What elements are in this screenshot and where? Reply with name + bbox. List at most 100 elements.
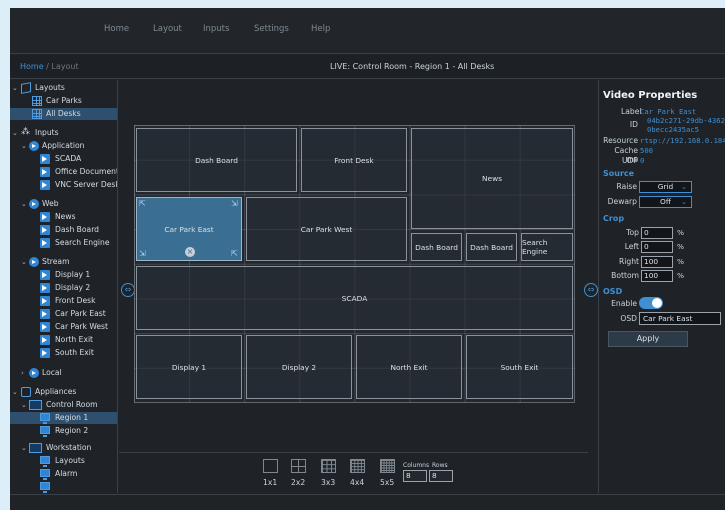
chevron-right-icon[interactable]: ›	[21, 367, 29, 379]
tree-web[interactable]: ⌄ Web	[10, 198, 117, 210]
tree-display-2[interactable]: Display 2	[10, 282, 117, 294]
tile-news[interactable]: News	[411, 128, 573, 229]
tree-label: Local	[42, 368, 62, 377]
crop-top-input[interactable]: 0	[641, 227, 673, 239]
nav-settings[interactable]: Settings	[254, 24, 289, 34]
resize-corner-icon[interactable]: ⇱	[139, 200, 147, 208]
grid-4x4-icon[interactable]	[350, 459, 365, 473]
tree-inputs[interactable]: ⌄ ⁂ Inputs	[10, 127, 117, 139]
app-window: Home Layout Inputs Settings Help Home / …	[10, 8, 725, 510]
tree-news[interactable]: News	[10, 211, 117, 223]
nav-inputs[interactable]: Inputs	[203, 24, 229, 34]
resource-key: Resource	[603, 136, 638, 145]
grid-2x2-label: 2x2	[291, 478, 306, 487]
tree-label: Workstation	[46, 443, 92, 452]
tree-vnc-server-desk[interactable]: VNC Server Desk	[10, 179, 117, 191]
resize-corner-icon[interactable]: ⇱	[231, 250, 239, 258]
chevron-down-icon[interactable]: ⌄	[12, 386, 20, 398]
tile-front-desk[interactable]: Front Desk	[301, 128, 407, 192]
apply-button[interactable]: Apply	[608, 331, 688, 347]
tile-dash-board-3[interactable]: Dash Board	[466, 233, 517, 261]
monitor-icon	[40, 413, 50, 424]
crop-left-input[interactable]: 0	[641, 241, 673, 253]
tree-car-park-west[interactable]: Car Park West	[10, 321, 117, 333]
chevron-down-icon[interactable]: ⌄	[12, 82, 20, 94]
nav-home[interactable]: Home	[104, 24, 129, 34]
tree-display-1[interactable]: Display 1	[10, 269, 117, 281]
tree-label: Car Park West	[55, 322, 108, 331]
tree-region-1[interactable]: Region 1	[10, 412, 117, 424]
tree-car-parks[interactable]: Car Parks	[10, 95, 117, 107]
tree-local[interactable]: › Local	[10, 367, 117, 379]
monitor-icon	[40, 469, 50, 480]
tile-car-park-west[interactable]: Car Park West	[246, 197, 407, 261]
tile-north-exit[interactable]: North Exit	[356, 335, 462, 399]
tree-label: Region 1	[55, 413, 89, 422]
tree-office-document[interactable]: Office Document	[10, 166, 117, 178]
dewarp-select[interactable]: Off ⌄	[639, 196, 692, 208]
chevron-down-icon[interactable]: ⌄	[21, 399, 29, 411]
tile-car-park-east[interactable]: Car Park East ⇱ ⇲ ⇲ ⇱ ×	[136, 197, 242, 261]
grid-2x2-icon[interactable]	[291, 459, 306, 473]
chevron-down-icon[interactable]: ⌄	[21, 198, 29, 210]
crop-bottom-input[interactable]: 100	[641, 270, 673, 282]
tree-workstation[interactable]: ⌄ Workstation	[10, 442, 117, 454]
grid-1x1-icon[interactable]	[263, 459, 278, 473]
tree-stream[interactable]: ⌄ Stream	[10, 256, 117, 268]
close-icon[interactable]: ×	[185, 247, 195, 257]
tile-search-engine[interactable]: Search Engine	[521, 233, 573, 261]
input-source-icon	[40, 154, 50, 164]
tree-north-exit[interactable]: North Exit	[10, 334, 117, 346]
tree-ws-layouts[interactable]: Layouts	[10, 455, 117, 467]
tile-display-1[interactable]: Display 1	[136, 335, 242, 399]
input-source-icon	[40, 335, 50, 345]
tree-car-park-east[interactable]: Car Park East	[10, 308, 117, 320]
tree-alarm[interactable]: Alarm	[10, 468, 117, 480]
osd-text-input[interactable]: Car Park East	[639, 312, 721, 325]
label-key: Label	[621, 107, 642, 116]
tile-scada[interactable]: SCADA	[136, 266, 573, 330]
tree-scada[interactable]: SCADA	[10, 153, 117, 165]
tree-south-exit[interactable]: South Exit	[10, 347, 117, 359]
tree-label: Control Room	[46, 400, 98, 409]
tile-display-2[interactable]: Display 2	[246, 335, 352, 399]
resize-corner-icon[interactable]: ⇲	[231, 200, 239, 208]
grid-5x5-icon[interactable]	[380, 459, 395, 473]
resource-value: rtsp://192.168.0.184:8554	[640, 136, 725, 145]
panel-title: Video Properties	[603, 90, 698, 101]
crop-right-input[interactable]: 100	[641, 256, 673, 268]
chevron-down-icon[interactable]: ⌄	[12, 127, 20, 139]
breadcrumb-home[interactable]: Home	[20, 62, 44, 71]
grid-selector-bar: 1x1 2x2 3x3 4x4 5x5 Columns Rows 8 8	[119, 452, 588, 487]
crop-top-key: Top	[626, 228, 639, 237]
tree-region-2[interactable]: Region 2	[10, 425, 117, 437]
tree-layouts[interactable]: ⌄ Layouts	[10, 82, 117, 94]
input-source-icon	[40, 296, 50, 306]
resize-right-handle-icon[interactable]: ⇔	[584, 283, 598, 297]
columns-input[interactable]: 8	[403, 470, 427, 482]
tree-partial-item[interactable]	[10, 481, 117, 493]
tile-dash-board-2[interactable]: Dash Board	[411, 233, 462, 261]
nav-help[interactable]: Help	[311, 24, 330, 34]
tree-appliances[interactable]: ⌄ Appliances	[10, 386, 117, 398]
rows-input[interactable]: 8	[429, 470, 453, 482]
rows-label: Rows	[432, 462, 448, 469]
chevron-down-icon[interactable]: ⌄	[21, 256, 29, 268]
video-properties-panel: Video Properties Label Car Park East ID …	[598, 80, 725, 493]
chevron-down-icon[interactable]: ⌄	[21, 140, 29, 152]
tile-south-exit[interactable]: South Exit	[466, 335, 573, 399]
nav-layout[interactable]: Layout	[153, 24, 182, 34]
chevron-down-icon[interactable]: ⌄	[21, 442, 29, 454]
grid-3x3-icon[interactable]	[321, 459, 336, 473]
tree-all-desks[interactable]: All Desks	[10, 108, 117, 120]
resize-corner-icon[interactable]: ⇲	[139, 250, 147, 258]
tree-control-room[interactable]: ⌄ Control Room	[10, 399, 117, 411]
tree-search-engine[interactable]: Search Engine	[10, 237, 117, 249]
resize-left-handle-icon[interactable]: ⇔	[121, 283, 135, 297]
tile-dash-board[interactable]: Dash Board	[136, 128, 297, 192]
osd-enable-toggle[interactable]	[639, 297, 663, 309]
tree-front-desk[interactable]: Front Desk	[10, 295, 117, 307]
raise-select[interactable]: Grid ⌄	[639, 181, 692, 193]
tree-application[interactable]: ⌄ Application	[10, 140, 117, 152]
tree-dash-board[interactable]: Dash Board	[10, 224, 117, 236]
